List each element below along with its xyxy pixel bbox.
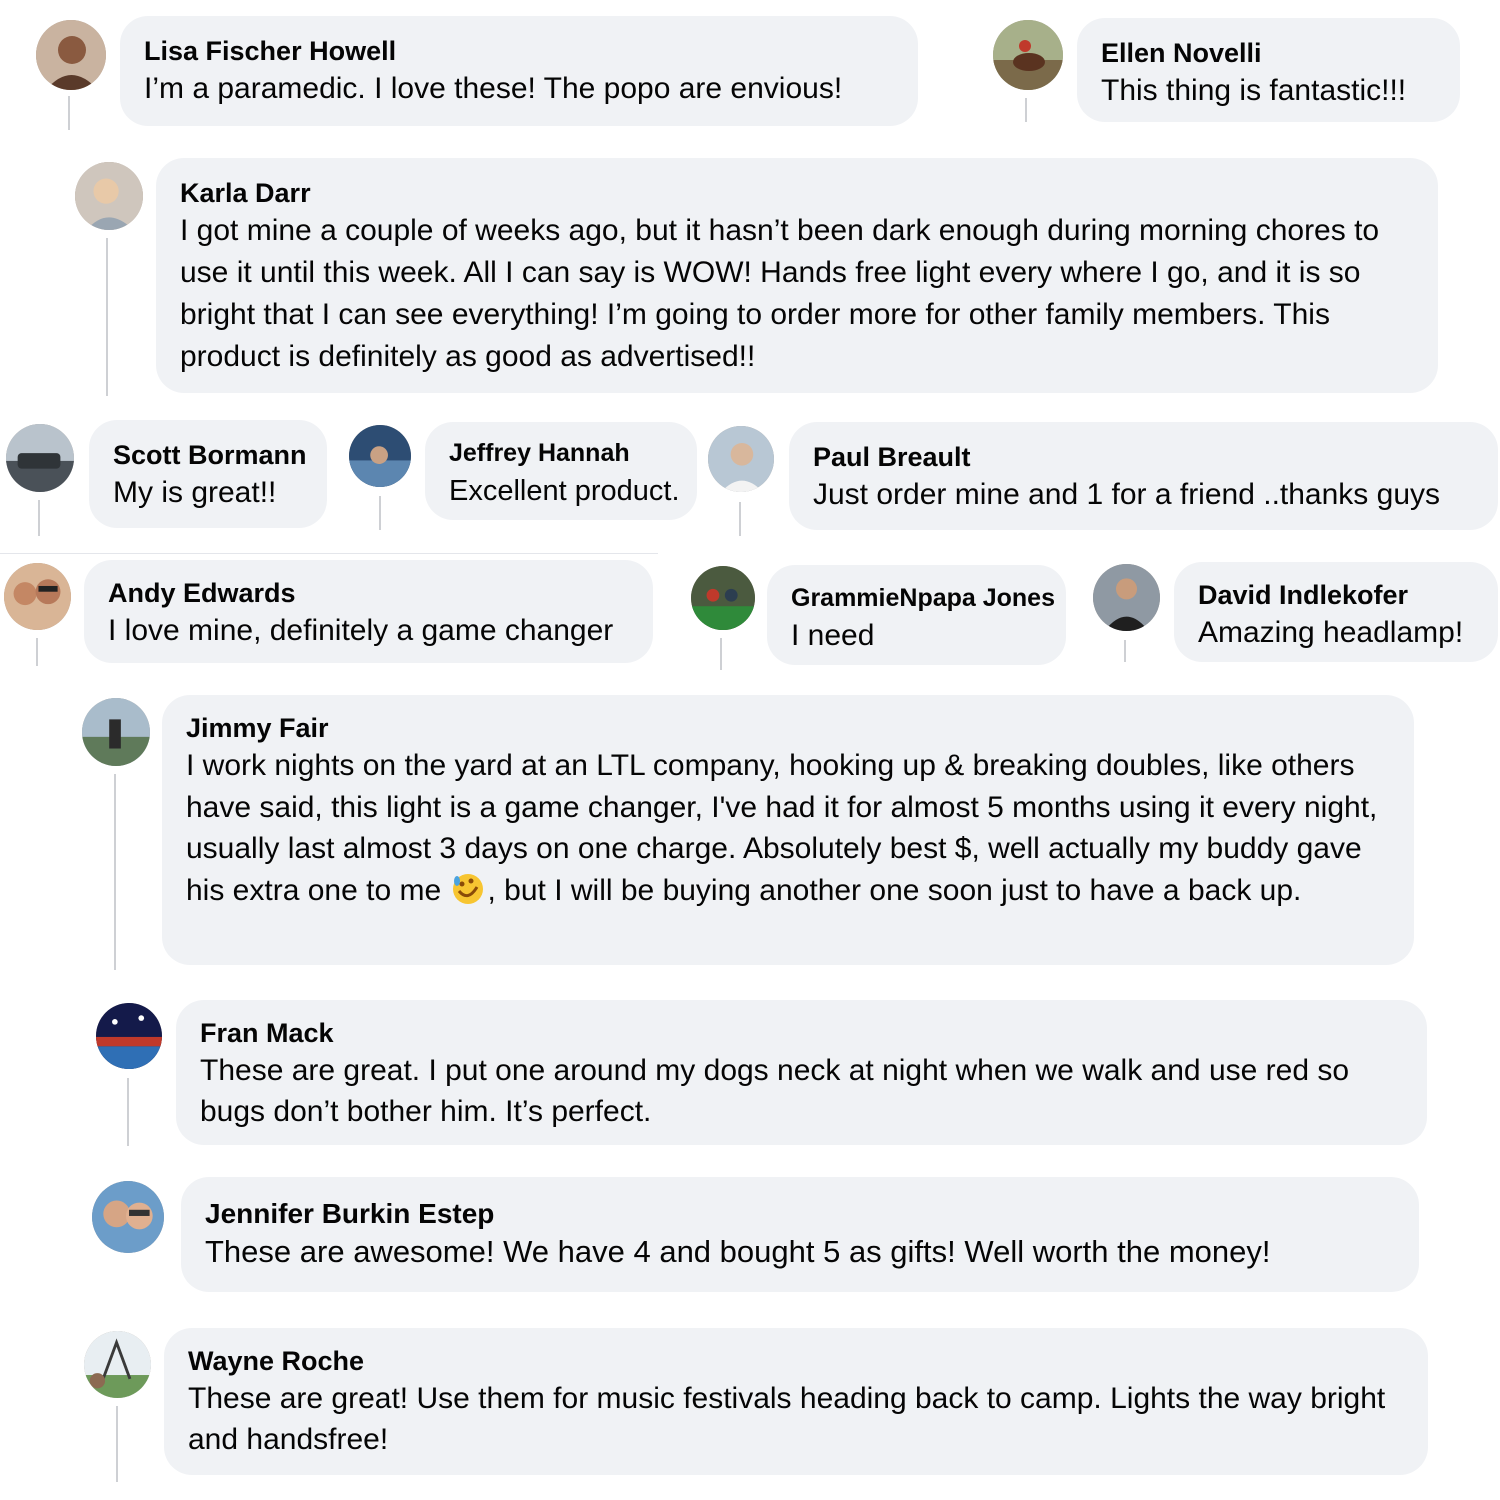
thread-line	[739, 502, 741, 536]
commenter-name[interactable]: Andy Edwards	[108, 576, 629, 610]
avatar[interactable]	[993, 20, 1063, 90]
comment-bubble[interactable]: GrammieNpapa Jones I need	[767, 565, 1066, 665]
thread-line	[116, 1406, 118, 1482]
avatar[interactable]	[691, 566, 755, 630]
commenter-name[interactable]: Jeffrey Hannah	[449, 436, 673, 470]
user-avatar-photo-icon	[75, 162, 143, 230]
comment-text: I need	[791, 619, 875, 652]
user-avatar-photo-icon	[6, 424, 74, 492]
commenter-name[interactable]: Jimmy Fair	[186, 711, 1390, 745]
comment-text: My is great!!	[113, 476, 277, 509]
user-avatar-photo-icon	[691, 566, 755, 630]
commenter-name[interactable]: Lisa Fischer Howell	[144, 34, 894, 68]
comment-text: This thing is fantastic!!!	[1101, 74, 1407, 107]
avatar[interactable]	[75, 162, 143, 230]
user-avatar-photo-icon	[708, 426, 774, 492]
user-avatar-photo-icon	[36, 20, 106, 90]
commenter-name[interactable]: Paul Breault	[813, 440, 1474, 474]
comment-text: These are great! Use them for music fest…	[188, 1382, 1386, 1456]
rolling-on-floor-laughing-emoji-icon	[451, 872, 485, 906]
user-avatar-photo-icon	[96, 1003, 162, 1069]
thread-line	[68, 96, 70, 130]
user-avatar-photo-icon	[82, 698, 150, 766]
comment-text: Amazing headlamp!	[1198, 616, 1464, 649]
comment-bubble[interactable]: Wayne Roche These are great! Use them fo…	[164, 1328, 1428, 1475]
thread-line	[720, 638, 722, 670]
comment-text: I got mine a couple of weeks ago, but it…	[180, 214, 1380, 373]
user-avatar-photo-icon	[1093, 564, 1160, 631]
thread-line	[127, 1078, 129, 1146]
thread-line	[38, 500, 40, 536]
comment-bubble[interactable]: Paul Breault Just order mine and 1 for a…	[789, 422, 1498, 530]
avatar[interactable]	[82, 698, 150, 766]
comment-text: These are awesome! We have 4 and bought …	[205, 1234, 1271, 1269]
user-avatar-photo-icon	[993, 20, 1063, 90]
comment-bubble[interactable]: Fran Mack These are great. I put one aro…	[176, 1000, 1427, 1145]
comment-bubble[interactable]: Jennifer Burkin Estep These are awesome!…	[181, 1177, 1419, 1292]
commenter-name[interactable]: David Indlekofer	[1198, 578, 1474, 612]
user-avatar-photo-icon	[349, 425, 411, 487]
commenter-name[interactable]: Jennifer Burkin Estep	[205, 1197, 1395, 1231]
thread-line	[114, 774, 116, 970]
commenter-name[interactable]: GrammieNpapa Jones	[791, 581, 1055, 615]
user-avatar-photo-icon	[92, 1181, 164, 1253]
avatar[interactable]	[36, 20, 106, 90]
comment-bubble[interactable]: Lisa Fischer Howell I’m a paramedic. I l…	[120, 16, 918, 126]
comment-text: I love mine, definitely a game changer	[108, 614, 614, 647]
comment-text: These are great. I put one around my dog…	[200, 1054, 1350, 1128]
comment-text-part: , but I will be buying another one soon …	[487, 873, 1302, 907]
divider	[0, 553, 658, 554]
avatar[interactable]	[708, 426, 774, 492]
avatar[interactable]	[92, 1181, 164, 1253]
avatar[interactable]	[1093, 564, 1160, 631]
avatar[interactable]	[4, 563, 71, 630]
thread-line	[379, 496, 381, 530]
comment-bubble[interactable]: Andy Edwards I love mine, definitely a g…	[84, 560, 653, 663]
thread-line	[1124, 640, 1126, 662]
comment-bubble[interactable]: Jimmy Fair I work nights on the yard at …	[162, 695, 1414, 965]
comment-text: I’m a paramedic. I love these! The popo …	[144, 72, 843, 105]
avatar[interactable]	[84, 1331, 151, 1398]
user-avatar-photo-icon	[4, 563, 71, 630]
user-avatar-photo-icon	[84, 1331, 151, 1398]
thread-line	[36, 638, 38, 666]
commenter-name[interactable]: Scott Bormann	[113, 438, 307, 472]
avatar[interactable]	[96, 1003, 162, 1069]
comment-bubble[interactable]: David Indlekofer Amazing headlamp!	[1174, 562, 1498, 662]
comment-bubble[interactable]: Ellen Novelli This thing is fantastic!!!	[1077, 18, 1460, 122]
comment-text: I work nights on the yard at an LTL comp…	[186, 745, 1390, 911]
comment-bubble[interactable]: Jeffrey Hannah Excellent product.	[425, 422, 697, 520]
thread-line	[1025, 98, 1027, 122]
commenter-name[interactable]: Fran Mack	[200, 1016, 1403, 1050]
comment-bubble[interactable]: Karla Darr I got mine a couple of weeks …	[156, 158, 1438, 393]
commenter-name[interactable]: Ellen Novelli	[1101, 36, 1436, 70]
comment-text: Excellent product.	[449, 475, 680, 507]
thread-line	[106, 238, 108, 396]
avatar[interactable]	[349, 425, 411, 487]
commenter-name[interactable]: Karla Darr	[180, 176, 1414, 210]
comment-text: Just order mine and 1 for a friend ..tha…	[813, 478, 1440, 511]
commenter-name[interactable]: Wayne Roche	[188, 1344, 1404, 1378]
avatar[interactable]	[6, 424, 74, 492]
comment-bubble[interactable]: Scott Bormann My is great!!	[89, 420, 327, 528]
